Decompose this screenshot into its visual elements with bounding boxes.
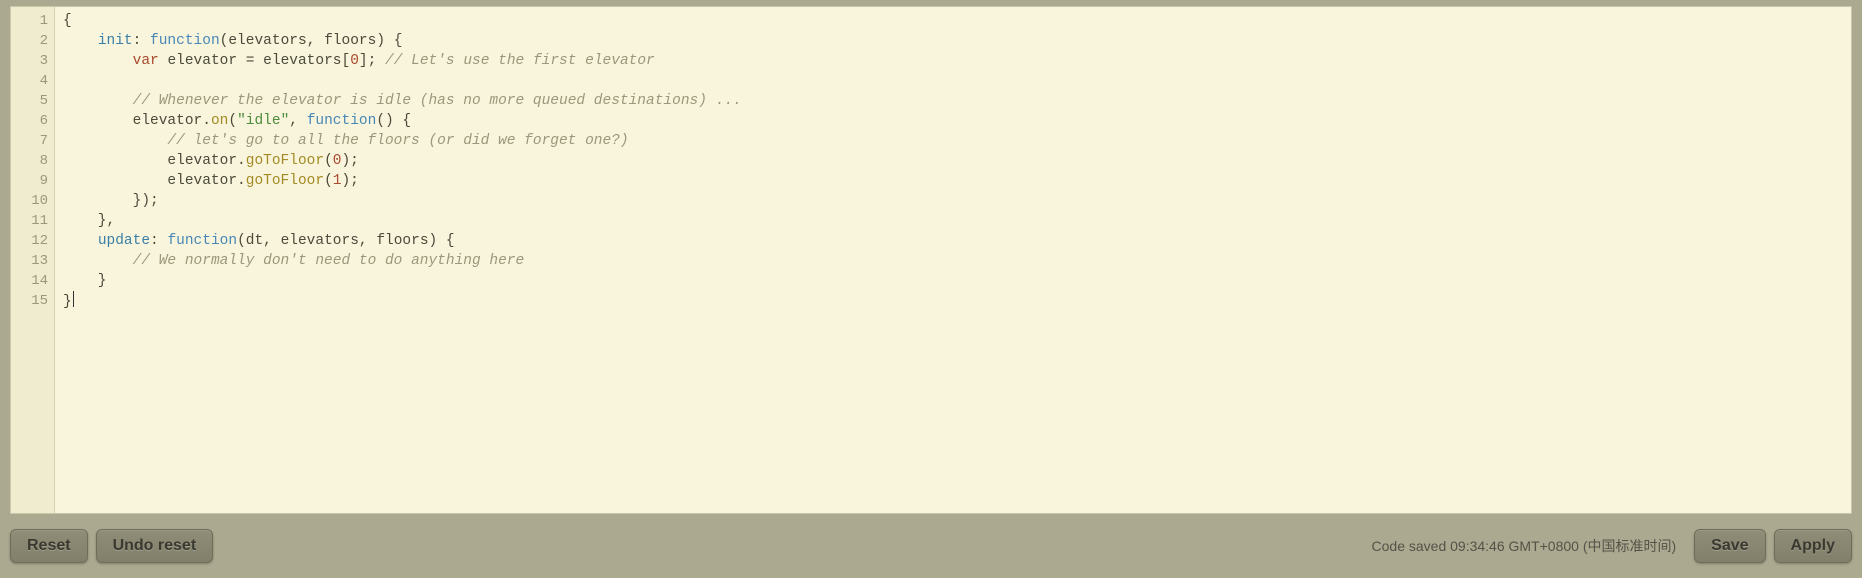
save-button[interactable]: Save [1694,529,1765,563]
line-number: 13 [11,251,54,271]
line-number: 2 [11,31,54,51]
undo-reset-button[interactable]: Undo reset [96,529,214,563]
line-number: 15 [11,291,54,311]
line-number: 4 [11,71,54,91]
line-number: 9 [11,171,54,191]
line-number: 6 [11,111,54,131]
code-editor[interactable]: 123456789101112131415 { init: function(e… [10,6,1852,514]
code-line[interactable]: elevator.on("idle", function() { [63,111,1843,131]
reset-button[interactable]: Reset [10,529,88,563]
save-status-text: Code saved 09:34:46 GMT+0800 (中国标准时间) [1372,536,1677,556]
code-area[interactable]: { init: function(elevators, floors) { va… [55,7,1851,513]
line-number: 3 [11,51,54,71]
code-line[interactable]: // let's go to all the floors (or did we… [63,131,1843,151]
text-cursor [73,291,74,307]
line-number: 7 [11,131,54,151]
code-line[interactable]: // We normally don't need to do anything… [63,251,1843,271]
code-line[interactable]: // Whenever the elevator is idle (has no… [63,91,1843,111]
line-number: 10 [11,191,54,211]
code-line[interactable]: { [63,11,1843,31]
line-number-gutter: 123456789101112131415 [11,7,55,513]
line-number: 5 [11,91,54,111]
code-line[interactable]: init: function(elevators, floors) { [63,31,1843,51]
line-number: 1 [11,11,54,31]
code-line[interactable]: elevator.goToFloor(0); [63,151,1843,171]
line-number: 8 [11,151,54,171]
line-number: 12 [11,231,54,251]
code-line[interactable]: } [63,271,1843,291]
code-line[interactable]: } [63,291,1843,311]
line-number: 11 [11,211,54,231]
code-line[interactable]: var elevator = elevators[0]; // Let's us… [63,51,1843,71]
code-line[interactable]: elevator.goToFloor(1); [63,171,1843,191]
toolbar: Reset Undo reset Code saved 09:34:46 GMT… [10,528,1852,564]
code-line[interactable]: }); [63,191,1843,211]
code-line[interactable]: }, [63,211,1843,231]
line-number: 14 [11,271,54,291]
code-line[interactable]: update: function(dt, elevators, floors) … [63,231,1843,251]
apply-button[interactable]: Apply [1774,529,1852,563]
code-line[interactable] [63,71,1843,91]
